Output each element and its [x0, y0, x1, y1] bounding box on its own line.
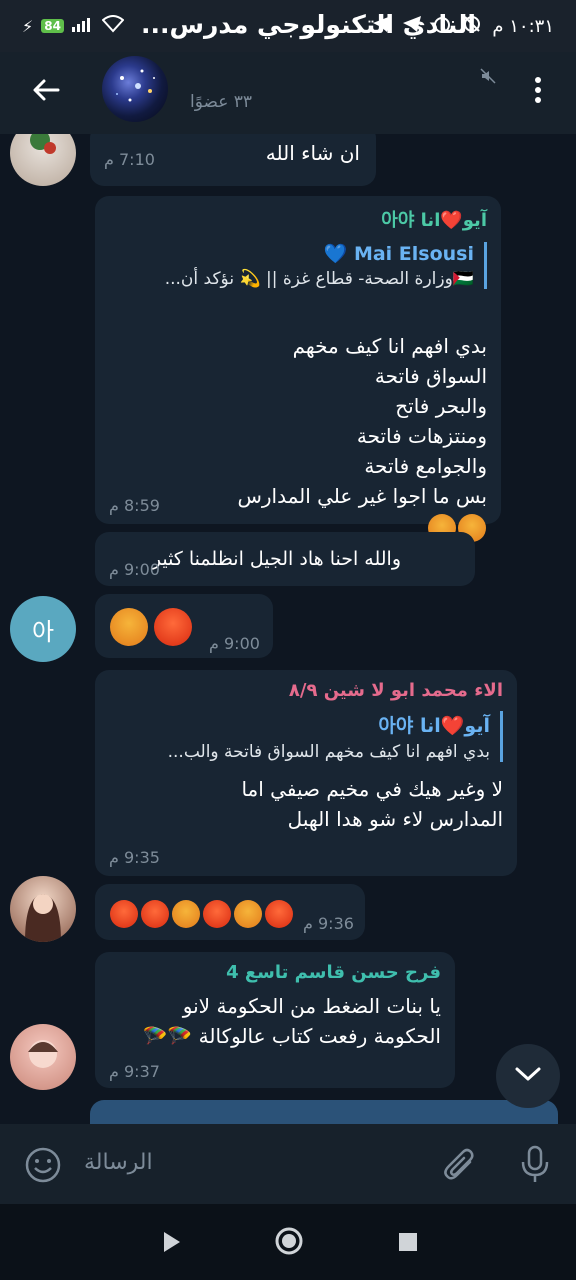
message-text: لا وغير هيك في مخيم صيفي اما المدارس لاء… — [241, 777, 503, 831]
chevron-down-icon — [514, 1065, 542, 1087]
avatar[interactable] — [10, 876, 76, 942]
nav-home-icon[interactable] — [274, 1226, 304, 1260]
message-text: ان شاء الله — [265, 141, 360, 165]
angry-emoji — [234, 900, 262, 928]
quote-text: بدي افهم انا كيف مخهم السواق فاتحة والب.… — [167, 742, 490, 762]
quote-text: 🇵🇸وزارة الصحة- قطاع غزة || 💫 نؤكد أن... — [164, 269, 474, 289]
message-bubble[interactable]: 9:00 م — [95, 594, 273, 658]
avatar[interactable] — [10, 1024, 76, 1090]
message-time: 9:37 م — [109, 1062, 160, 1081]
message-bubble[interactable]: آيو❤️انا 아야 Mai Elsousi 💙 🇵🇸وزارة الصحة-… — [95, 196, 501, 542]
reply-quote[interactable]: Mai Elsousi 💙 🇵🇸وزارة الصحة- قطاع غزة ||… — [109, 242, 487, 289]
nav-recents-icon[interactable] — [398, 1232, 418, 1256]
scroll-down-button[interactable] — [496, 1044, 560, 1108]
avatar[interactable]: 아 — [10, 596, 76, 662]
sender-name[interactable]: فرح حسن قاسم تاسع 4 — [109, 962, 441, 983]
quote-author: Mai Elsousi 💙 — [323, 243, 474, 265]
message-text: بدي افهم انا كيف مخهم السواق فاتحة والبح… — [109, 301, 487, 542]
message-bubble[interactable]: ان شاء الله 7:10 م — [90, 134, 376, 186]
angry-emoji — [154, 608, 192, 646]
quote-author: آيو❤️انا 아야 — [378, 715, 490, 737]
reply-quote[interactable]: آيو❤️انا 아야 بدي افهم انا كيف مخهم السواق… — [109, 711, 503, 762]
message-body: بدي افهم انا كيف مخهم السواق فاتحة والبح… — [237, 334, 487, 508]
bolt-icon: ⚡ — [22, 16, 34, 36]
message-input[interactable]: الرسالة — [84, 1150, 153, 1175]
angry-emoji — [110, 900, 138, 928]
wifi-icon — [101, 14, 125, 38]
chat-header — [0, 52, 576, 134]
message-text: والله احنا هاد الجيل انظلمنا كثير — [151, 548, 401, 570]
member-count: ٣٣ عضوًا — [190, 92, 253, 112]
attach-icon[interactable] — [442, 1146, 478, 1188]
nav-back-icon[interactable] — [160, 1230, 184, 1258]
message-time: 9:36 م — [303, 914, 354, 933]
angry-emoji — [203, 900, 231, 928]
avatar-initials: 아 — [31, 617, 55, 646]
mute-icon — [480, 68, 496, 88]
sender-name[interactable]: آيو❤️انا 아야 — [109, 206, 487, 232]
clock-text: ١٠:٣١ م — [492, 15, 554, 37]
angry-emoji — [141, 900, 169, 928]
status-left: ⚡ 84 — [22, 14, 125, 38]
emoji-icon[interactable] — [24, 1146, 62, 1188]
angry-emoji — [172, 900, 200, 928]
message-bubble[interactable]: والله احنا هاد الجيل انظلمنا كثير 9:00 م — [95, 532, 475, 586]
angry-emoji — [110, 608, 148, 646]
message-time: 9:00 م — [209, 634, 260, 653]
message-bubble[interactable]: 9:36 م — [95, 884, 365, 940]
more-vert-icon[interactable] — [528, 72, 548, 108]
message-time: 9:00 م — [109, 560, 160, 579]
signal-icon — [71, 15, 94, 37]
message-bubble[interactable]: الاء محمد ابو لا شين ٨/٩ آيو❤️انا 아야 بدي… — [95, 670, 517, 876]
message-text: يا بنات الضغط من الحكومة لانو الحكومة رف… — [142, 994, 441, 1048]
sender-name[interactable]: الاء محمد ابو لا شين ٨/٩ — [109, 680, 503, 701]
message-time: 8:59 م — [109, 496, 160, 515]
message-time: 7:10 م — [104, 150, 155, 169]
chat-title[interactable]: النادي التكنولوجي مدرس... — [141, 10, 476, 39]
mic-icon[interactable] — [518, 1144, 552, 1188]
battery-indicator: 84 — [41, 19, 64, 33]
message-bubble[interactable]: فرح حسن قاسم تاسع 4 يا بنات الضغط من الح… — [95, 952, 455, 1088]
back-arrow-icon[interactable] — [28, 72, 64, 108]
group-avatar[interactable] — [102, 56, 168, 122]
angry-emoji — [265, 900, 293, 928]
avatar[interactable] — [10, 134, 76, 186]
chat-list[interactable]: ان شاء الله 7:10 م آيو❤️انا 아야 Mai Elsou… — [0, 134, 576, 1124]
message-time: 9:35 م — [109, 848, 160, 867]
